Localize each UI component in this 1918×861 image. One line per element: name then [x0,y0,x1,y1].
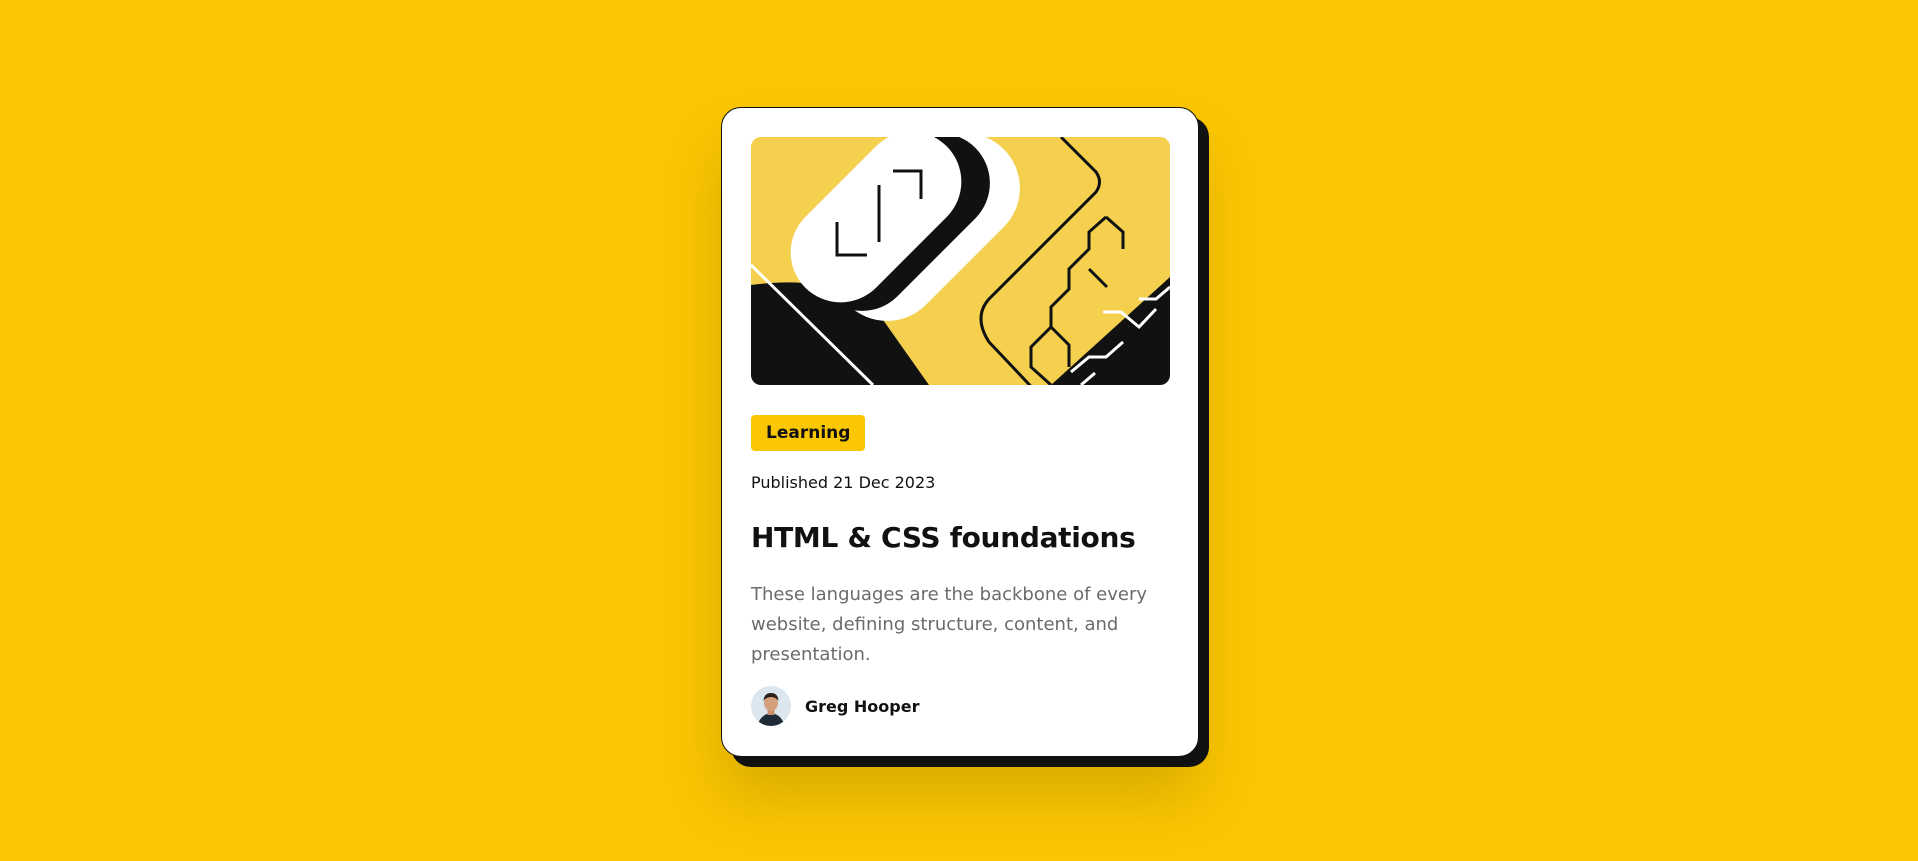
category-tag[interactable]: Learning [751,415,866,452]
article-title[interactable]: HTML & CSS foundations [751,521,1169,555]
article-illustration [751,137,1170,385]
author-name[interactable]: Greg Hooper [805,697,919,716]
author-info: Greg Hooper [751,686,1169,727]
publish-date: Published 21 Dec 2023 [751,473,936,493]
avatar [751,686,791,727]
article-description: These languages are the backbone of ever… [751,584,1147,666]
blog-preview-card: Learning Published 21 Dec 2023 HTML & CS… [721,107,1199,757]
